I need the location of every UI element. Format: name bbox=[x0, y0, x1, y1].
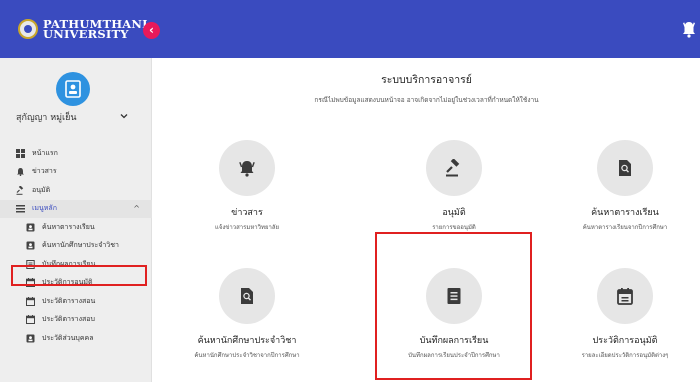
card-title: ประวัติการอนุมัติ bbox=[592, 336, 658, 346]
sidebar-item-label: อนุมัติ bbox=[32, 185, 51, 194]
page-title: ระบบบริการอาจารย์ bbox=[381, 74, 472, 86]
app-root: PATHUMTHANI UNIVERSITY ‹ สุกัญญา หมู่เย็… bbox=[0, 0, 700, 382]
card-icon-circle bbox=[219, 268, 275, 324]
avatar bbox=[56, 72, 90, 106]
page-subtitle: กรณีไม่พบข้อมูลแสดงบนหน้าจอ อาจเกิดจากไม… bbox=[314, 96, 539, 104]
sidebar-menu: หน้าแรก ข่าวสาร อนุมัติ เมนูหลัก ^ ค้นหา… bbox=[0, 144, 152, 348]
brand[interactable]: PATHUMTHANI UNIVERSITY bbox=[0, 0, 150, 58]
card-news[interactable]: ข่าวสาร แจ้งข่าวสารมหาวิทยาลัย bbox=[167, 140, 327, 250]
highlight-box-sidebar bbox=[11, 265, 147, 286]
menu-icon bbox=[16, 205, 25, 213]
sidebar-item-search-schedule[interactable]: ค้นหาตารางเรียน bbox=[0, 218, 152, 237]
sidebar-item-label: ประวัติตารางสอน bbox=[42, 296, 96, 305]
main-content: ระบบบริการอาจารย์ กรณีไม่พบข้อมูลแสดงบนห… bbox=[153, 58, 700, 382]
user-card-icon bbox=[65, 80, 81, 98]
calendar-icon bbox=[617, 288, 633, 305]
gavel-icon bbox=[446, 159, 460, 177]
card-description: ค้นหานักศึกษาประจำวิชาจากปีการศึกษา bbox=[194, 352, 300, 359]
sidebar-item-approve[interactable]: อนุมัติ bbox=[0, 181, 152, 200]
card-title: ค้นหาตารางเรียน bbox=[591, 208, 659, 218]
brand-name: PATHUMTHANI UNIVERSITY bbox=[43, 18, 148, 40]
sidebar-item-label: ประวัติตารางสอบ bbox=[42, 315, 95, 324]
card-icon-circle bbox=[219, 140, 275, 196]
user-card-icon bbox=[26, 223, 35, 232]
card-title: ค้นหานักศึกษาประจำวิชา bbox=[197, 336, 297, 346]
sidebar-item-search-students[interactable]: ค้นหานักศึกษาประจำวิชา bbox=[0, 237, 152, 256]
chevron-up-icon: ^ bbox=[133, 204, 140, 214]
sidebar-toggle-button[interactable]: ‹ bbox=[143, 22, 160, 39]
sidebar-group-label: เมนูหลัก bbox=[32, 204, 57, 213]
sidebar-item-label: ค้นหานักศึกษาประจำวิชา bbox=[42, 241, 119, 250]
sidebar-item-home[interactable]: หน้าแรก bbox=[0, 144, 152, 163]
sidebar: สุกัญญา หมู่เย็น หน้าแรก ข่าวสาร อนุมัติ… bbox=[0, 58, 152, 382]
sidebar-item-personal-history[interactable]: ประวัติส่วนบุคคล bbox=[0, 329, 152, 348]
card-description: รายละเอียดประวัติการอนุมัติต่างๆ bbox=[581, 352, 669, 359]
card-description: รายการขออนุมัติ bbox=[432, 224, 476, 231]
sidebar-item-exam-history[interactable]: ประวัติตารางสอบ bbox=[0, 311, 152, 330]
card-description: แจ้งข่าวสารมหาวิทยาลัย bbox=[214, 224, 280, 231]
card-search-schedule[interactable]: ค้นหาตารางเรียน ค้นหาตารางเรียนจากปีการศ… bbox=[545, 140, 700, 250]
user-name: สุกัญญา หมู่เย็น bbox=[16, 113, 77, 123]
bell-icon[interactable] bbox=[682, 20, 696, 38]
bell-icon bbox=[17, 168, 24, 177]
gavel-icon bbox=[16, 185, 24, 195]
sidebar-item-label: ข่าวสาร bbox=[32, 167, 57, 176]
search-doc-icon bbox=[619, 160, 631, 176]
dashboard-icon bbox=[16, 148, 25, 158]
card-icon-circle bbox=[597, 268, 653, 324]
sidebar-item-news[interactable]: ข่าวสาร bbox=[0, 163, 152, 182]
calendar-icon bbox=[26, 315, 35, 325]
card-title: ข่าวสาร bbox=[231, 208, 263, 218]
user-card-icon bbox=[26, 334, 35, 343]
sidebar-item-label: ประวัติส่วนบุคคล bbox=[42, 333, 94, 342]
bell-icon bbox=[239, 161, 255, 177]
sidebar-item-label: ค้นหาตารางเรียน bbox=[42, 222, 95, 231]
sidebar-item-teaching-history[interactable]: ประวัติตารางสอน bbox=[0, 292, 152, 311]
user-block[interactable]: สุกัญญา หมู่เย็น bbox=[0, 58, 152, 132]
card-description: ค้นหาตารางเรียนจากปีการศึกษา bbox=[582, 224, 668, 231]
calendar-icon bbox=[26, 296, 35, 306]
card-approval-history[interactable]: ประวัติการอนุมัติ รายละเอียดประวัติการอน… bbox=[545, 268, 700, 378]
search-doc-icon bbox=[241, 288, 253, 304]
highlight-box-card bbox=[375, 232, 532, 380]
card-icon-circle bbox=[426, 140, 482, 196]
user-card-icon bbox=[26, 241, 35, 250]
sidebar-item-label: หน้าแรก bbox=[32, 148, 58, 157]
card-search-students[interactable]: ค้นหานักศึกษาประจำวิชา ค้นหานักศึกษาประจ… bbox=[167, 268, 327, 378]
university-logo-icon bbox=[18, 19, 38, 39]
card-icon-circle bbox=[597, 140, 653, 196]
sidebar-group-main-menu[interactable]: เมนูหลัก ^ bbox=[0, 199, 152, 218]
chevron-down-icon[interactable] bbox=[120, 112, 128, 120]
card-title: อนุมัติ bbox=[442, 208, 466, 218]
